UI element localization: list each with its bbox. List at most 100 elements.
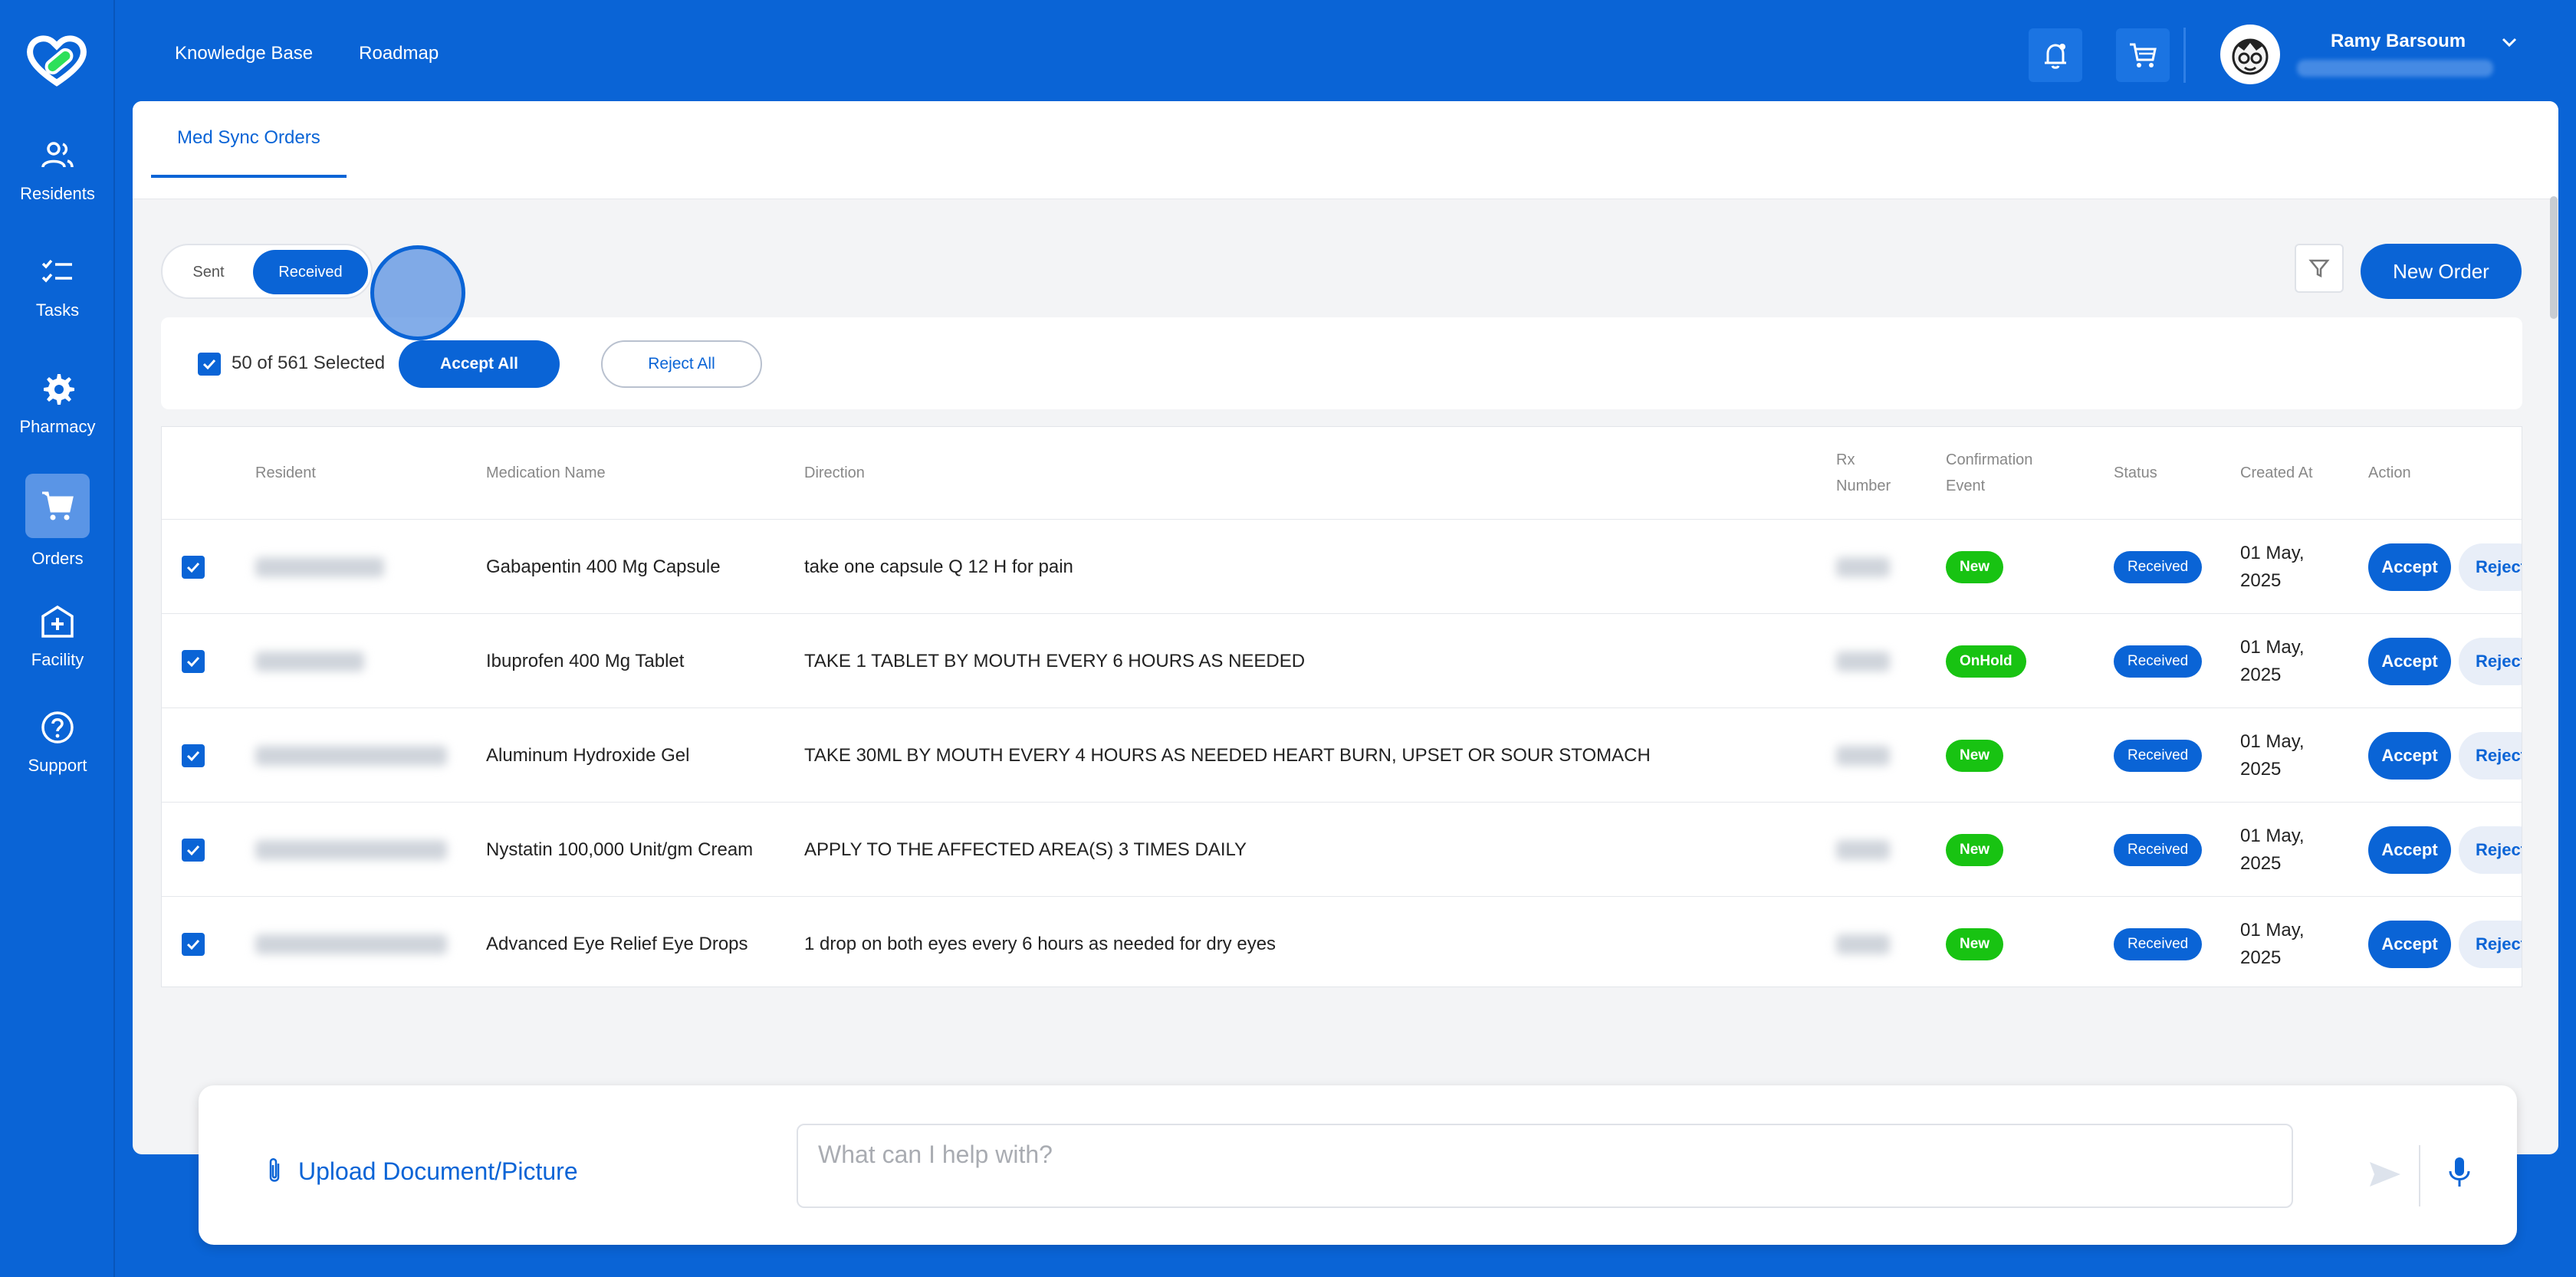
select-all-checkbox[interactable]	[198, 353, 221, 376]
resident-name-redacted	[255, 839, 447, 860]
toggle-sent[interactable]: Sent	[169, 250, 248, 294]
medication-name: Aluminum Hydroxide Gel	[486, 744, 690, 766]
header-confirmation-event: Confirmation Event	[1946, 427, 2032, 519]
created-date-line1: 01 May,	[2240, 730, 2305, 752]
sidebar: Residents Tasks Pharmacy Orders Facility…	[0, 0, 115, 1277]
resident-cell	[255, 708, 447, 803]
chat-input[interactable]	[797, 1124, 2293, 1208]
table-row[interactable]: Aluminum Hydroxide Gel TAKE 30ML BY MOUTH…	[162, 707, 2522, 802]
microphone-icon[interactable]	[2446, 1156, 2472, 1193]
top-nav: Knowledge Base Roadmap	[175, 43, 439, 64]
cart-icon	[2130, 43, 2157, 67]
chevron-down-icon[interactable]	[2499, 32, 2519, 56]
app-logo[interactable]	[26, 34, 87, 87]
row-checkbox[interactable]	[182, 744, 205, 767]
nav-knowledge-base[interactable]: Knowledge Base	[175, 43, 313, 64]
accept-button[interactable]: Accept	[2368, 637, 2451, 685]
accept-cell: Accept	[2368, 614, 2451, 708]
row-checkbox[interactable]	[182, 555, 205, 579]
accept-button[interactable]: Accept	[2368, 920, 2451, 968]
upload-label: Upload Document/Picture	[298, 1157, 578, 1185]
confirmation-event-cell: New	[1946, 897, 2004, 986]
row-checkbox[interactable]	[182, 932, 205, 956]
check-icon	[186, 656, 200, 667]
reject-all-button[interactable]: Reject All	[601, 340, 762, 388]
bell-icon	[2045, 44, 2066, 69]
table-row[interactable]: Nystatin 100,000 Unit/gm Cream APPLY TO T…	[162, 802, 2522, 896]
rx-number-cell	[1836, 897, 1890, 986]
reject-cell: Reject	[2459, 520, 2522, 614]
created-date-line1: 01 May,	[2240, 636, 2305, 658]
check-icon	[202, 359, 216, 370]
sidebar-item-support[interactable]: Support	[0, 710, 115, 776]
direction-text: TAKE 30ML BY MOUTH EVERY 4 HOURS AS NEED…	[804, 744, 1651, 766]
created-date-line2: 2025	[2240, 947, 2282, 968]
status-cell: Received	[2114, 803, 2203, 897]
resident-name-redacted	[255, 651, 364, 671]
header-action: Action	[2368, 465, 2411, 481]
notifications-button[interactable]	[2029, 28, 2082, 82]
gear-icon	[44, 374, 74, 405]
row-checkbox[interactable]	[182, 838, 205, 862]
scrollbar[interactable]	[2550, 196, 2558, 319]
confirmation-event-cell: New	[1946, 520, 2004, 614]
divider	[2183, 28, 2186, 83]
nav-roadmap[interactable]: Roadmap	[359, 43, 439, 64]
sidebar-item-pharmacy[interactable]: Pharmacy	[0, 371, 115, 437]
status-badge: Received	[2114, 927, 2203, 960]
new-order-button[interactable]: New Order	[2361, 244, 2522, 299]
sidebar-item-residents[interactable]: Residents	[0, 138, 115, 204]
created-date-line2: 2025	[2240, 758, 2282, 780]
accept-all-button[interactable]: Accept All	[399, 340, 560, 388]
table-row[interactable]: Advanced Eye Relief Eye Drops 1 drop on b…	[162, 896, 2522, 986]
row-checkbox-cell	[182, 803, 205, 897]
toggle-received[interactable]: Received	[253, 250, 368, 294]
orders-table: Resident Medication Name Direction Rx Nu…	[161, 426, 2522, 987]
accept-button[interactable]: Accept	[2368, 731, 2451, 780]
sidebar-item-orders[interactable]: Orders	[0, 474, 115, 569]
reject-button[interactable]: Reject	[2459, 826, 2522, 874]
created-date-line2: 2025	[2240, 664, 2282, 685]
status-badge: Received	[2114, 739, 2203, 772]
avatar[interactable]	[2220, 25, 2280, 84]
paperclip-icon	[269, 1158, 280, 1182]
reject-button[interactable]: Reject	[2459, 920, 2522, 968]
medication-name: Gabapentin 400 Mg Capsule	[486, 556, 721, 577]
rx-number-cell	[1836, 614, 1890, 708]
medication-name: Advanced Eye Relief Eye Drops	[486, 933, 748, 954]
check-icon	[186, 939, 200, 950]
rx-number-cell	[1836, 803, 1890, 897]
table-row[interactable]: Ibuprofen 400 Mg Tablet TAKE 1 TABLET BY …	[162, 613, 2522, 707]
resident-cell	[255, 614, 364, 708]
avatar-face-icon	[2232, 38, 2269, 75]
sidebar-item-facility[interactable]: Facility	[0, 604, 115, 670]
sidebar-item-label: Pharmacy	[19, 417, 96, 436]
check-icon	[186, 750, 200, 761]
row-checkbox-cell	[182, 897, 205, 986]
resident-cell	[255, 520, 384, 614]
filter-button[interactable]	[2295, 244, 2344, 293]
sidebar-item-tasks[interactable]: Tasks	[0, 254, 115, 320]
medication-name: Ibuprofen 400 Mg Tablet	[486, 650, 685, 671]
tab-med-sync-orders[interactable]: Med Sync Orders	[151, 101, 347, 178]
accept-cell: Accept	[2368, 897, 2451, 986]
created-date-line1: 01 May,	[2240, 919, 2305, 941]
accept-button[interactable]: Accept	[2368, 543, 2451, 591]
user-name[interactable]: Ramy Barsoum	[2331, 31, 2466, 52]
row-checkbox[interactable]	[182, 649, 205, 673]
table-row[interactable]: Gabapentin 400 Mg Capsule take one capsul…	[162, 519, 2522, 613]
created-date-line2: 2025	[2240, 852, 2282, 874]
accept-button[interactable]: Accept	[2368, 826, 2451, 874]
upload-document-button[interactable]: Upload Document/Picture	[263, 1156, 578, 1187]
reject-button[interactable]: Reject	[2459, 731, 2522, 780]
send-icon[interactable]	[2368, 1159, 2402, 1193]
reject-button[interactable]: Reject	[2459, 543, 2522, 591]
checklist-icon	[41, 259, 72, 283]
sidebar-item-label: Residents	[20, 184, 95, 203]
cart-icon	[42, 491, 74, 520]
tab-bar: Med Sync Orders	[133, 101, 2558, 199]
row-checkbox-cell	[182, 708, 205, 803]
confirmation-event-badge: New	[1946, 739, 2004, 772]
reject-button[interactable]: Reject	[2459, 637, 2522, 685]
cart-button[interactable]	[2116, 28, 2170, 82]
